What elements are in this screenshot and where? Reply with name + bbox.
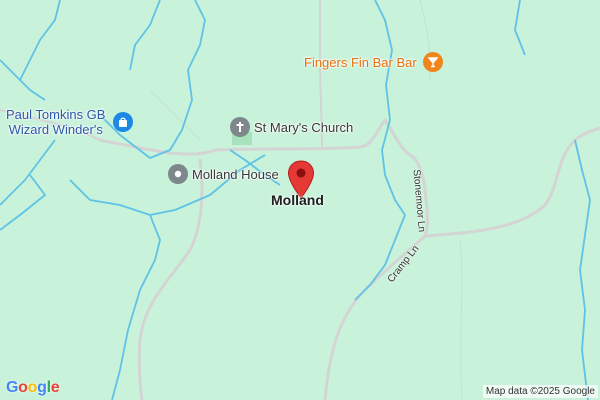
- cocktail-icon: [422, 52, 443, 72]
- poi-house-label: Molland House: [192, 166, 279, 182]
- cross-icon: [230, 117, 250, 137]
- poi-bar-label: Fingers Fin Bar Bar: [304, 54, 417, 70]
- poi-house[interactable]: Molland House: [168, 164, 279, 184]
- place-dot-icon: [168, 164, 188, 184]
- google-logo[interactable]: Google: [6, 379, 60, 397]
- poi-church-label: St Mary's Church: [254, 119, 354, 135]
- place-label-molland: Molland: [271, 192, 324, 208]
- shopping-bag-icon: [113, 112, 134, 132]
- map-attribution[interactable]: Map data ©2025 Google: [482, 385, 598, 398]
- google-logo-letter: o: [27, 379, 38, 396]
- google-logo-letter: o: [18, 379, 28, 396]
- poi-shop[interactable]: Paul Tomkins GB Wizard Winder's: [6, 107, 134, 137]
- google-logo-letter: e: [50, 379, 60, 396]
- poi-church[interactable]: St Mary's Church: [230, 117, 353, 137]
- poi-shop-label: Paul Tomkins GB Wizard Winder's: [6, 107, 106, 137]
- google-logo-letter: g: [37, 379, 47, 396]
- google-logo-letter: G: [6, 379, 19, 396]
- poi-bar[interactable]: Fingers Fin Bar Bar: [304, 52, 443, 72]
- map-canvas[interactable]: Fingers Fin Bar Bar Paul Tomkins GB Wiza…: [0, 0, 600, 400]
